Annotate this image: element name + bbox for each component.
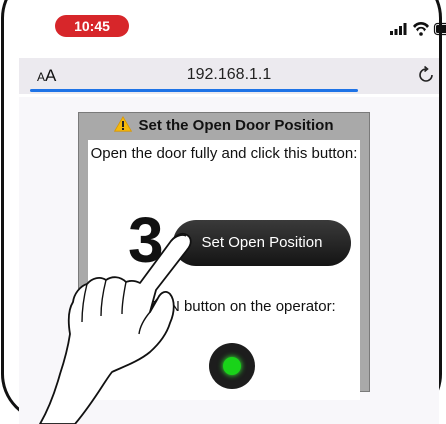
operator-led-indicator (209, 343, 255, 389)
tutorial-frame: 10:45 AA 192.168.1.1 Set the Open Door P… (0, 0, 446, 424)
setup-card: Set the Open Door Position Open the door… (78, 112, 370, 400)
step-number: 3 (128, 204, 164, 276)
reload-icon[interactable] (416, 65, 436, 85)
card-body: Open the door fully and click this butto… (88, 140, 360, 400)
warning-icon (114, 116, 133, 132)
web-page: Set the Open Door Position Open the door… (19, 97, 439, 424)
url-field[interactable]: 192.168.1.1 (19, 66, 439, 84)
card-title: Set the Open Door Position (138, 117, 334, 134)
wifi-icon (413, 22, 429, 36)
status-icons (390, 22, 446, 36)
open-door-instruction: Open the door fully and click this butto… (90, 145, 358, 162)
status-time: 10:45 (55, 15, 129, 37)
set-open-position-button[interactable]: Set Open Position (173, 220, 351, 266)
page-load-progress (30, 89, 358, 92)
operator-instruction: the OPEN button on the operator: (112, 298, 336, 315)
cellular-signal-icon (390, 23, 407, 35)
card-header: Set the Open Door Position (79, 113, 369, 138)
status-bar: 10:45 (19, 0, 446, 50)
battery-icon (433, 22, 446, 36)
